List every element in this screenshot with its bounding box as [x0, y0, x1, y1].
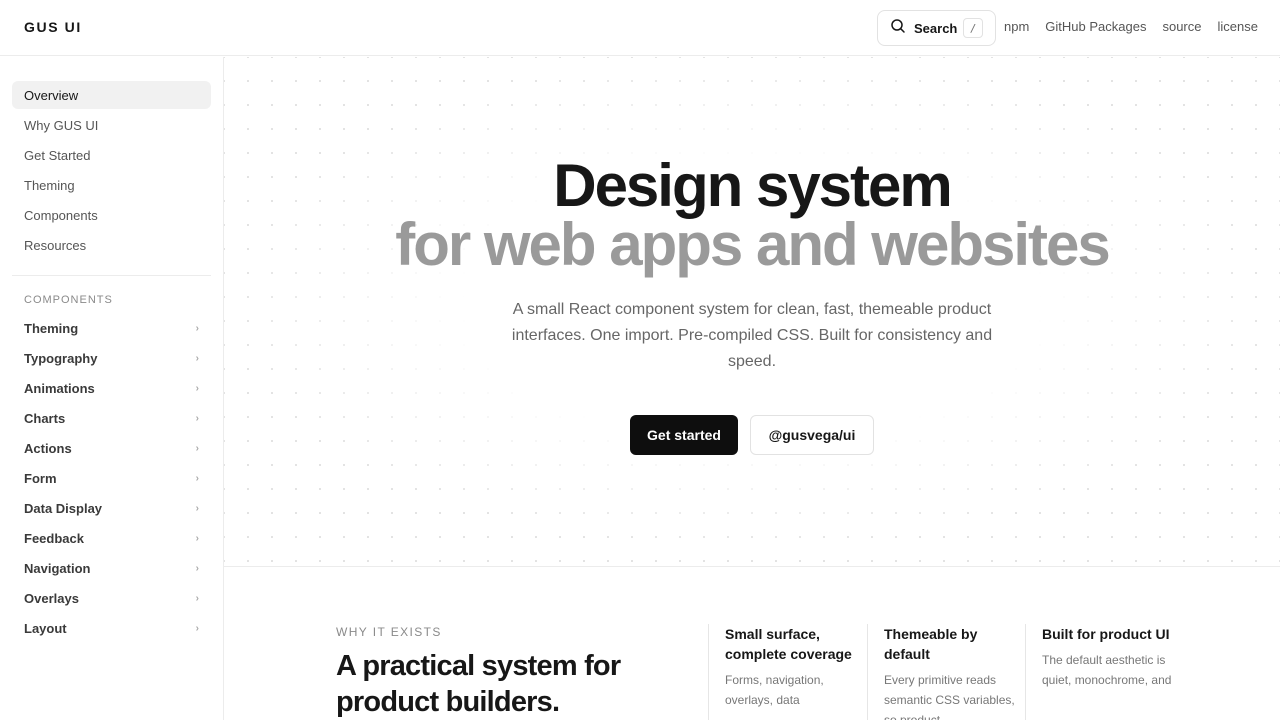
component-item-feedback[interactable]: Feedback ›	[12, 524, 211, 552]
feature-card: Small surface, complete coverage Forms, …	[708, 624, 866, 720]
feature-title: Small surface, complete coverage	[725, 626, 852, 662]
component-item-label: Data Display	[24, 500, 103, 516]
chevron-right-icon: ›	[195, 352, 199, 364]
hero-title-line-1: Design system	[553, 152, 953, 219]
link-source[interactable]: source	[1162, 19, 1201, 34]
brand-logo[interactable]: GUS UI	[24, 19, 82, 35]
sidebar: Overview Why GUS UI Get Started Theming …	[0, 57, 224, 720]
search-shortcut-key: /	[963, 18, 983, 38]
feature-body: Every primitive reads semantic CSS varia…	[884, 673, 1015, 720]
component-item-layout[interactable]: Layout ›	[12, 614, 211, 642]
package-name-button[interactable]: @gusvega/ui	[750, 415, 874, 455]
component-item-label: Charts	[24, 410, 66, 426]
feature-body: Forms, navigation, overlays, data	[725, 673, 824, 707]
top-bar: GUS UI Search / npm GitHub Packages sour…	[0, 0, 1280, 56]
hero-lead-text: A small React component system for clean…	[511, 301, 993, 370]
chevron-right-icon: ›	[195, 592, 199, 604]
search-label: Search	[914, 20, 958, 36]
component-item-label: Actions	[24, 440, 72, 456]
chevron-right-icon: ›	[195, 322, 199, 334]
why-title: A practical system for product builders.	[336, 650, 621, 718]
chevron-right-icon: ›	[195, 532, 199, 544]
chevron-right-icon: ›	[195, 382, 199, 394]
component-item-label: Feedback	[24, 530, 84, 546]
component-item-label: Animations	[24, 380, 95, 396]
component-item-typography[interactable]: Typography ›	[12, 344, 211, 372]
sidebar-divider	[12, 275, 211, 276]
component-item-label: Navigation	[24, 560, 91, 576]
why-section: WHY IT EXISTS A practical system for pro…	[224, 568, 1280, 720]
sidebar-item-theming[interactable]: Theming	[12, 171, 211, 199]
component-item-overlays[interactable]: Overlays ›	[12, 584, 211, 612]
sidebar-nav: Overview Why GUS UI Get Started Theming …	[12, 81, 211, 261]
component-item-form[interactable]: Form ›	[12, 464, 211, 492]
sidebar-item-get-started[interactable]: Get Started	[12, 141, 211, 169]
why-eyebrow: WHY IT EXISTS	[336, 625, 442, 639]
sidebar-section-label: COMPONENTS	[24, 294, 113, 306]
feature-title: Built for product UI	[1042, 626, 1170, 642]
chevron-right-icon: ›	[195, 502, 199, 514]
component-item-label: Overlays	[24, 590, 79, 606]
component-item-label: Form	[24, 470, 57, 486]
component-item-theming[interactable]: Theming ›	[12, 314, 211, 342]
link-npm[interactable]: npm	[1004, 19, 1029, 34]
chevron-right-icon: ›	[195, 472, 199, 484]
chevron-right-icon: ›	[195, 412, 199, 424]
sidebar-item-resources[interactable]: Resources	[12, 231, 211, 259]
component-item-animations[interactable]: Animations ›	[12, 374, 211, 402]
hero-section: Design system for web apps and websites …	[224, 57, 1280, 567]
component-item-data-display[interactable]: Data Display ›	[12, 494, 211, 522]
sidebar-item-components[interactable]: Components	[12, 201, 211, 229]
component-item-actions[interactable]: Actions ›	[12, 434, 211, 462]
hero-title-line-2: for web apps and websites	[395, 211, 1111, 278]
component-item-charts[interactable]: Charts ›	[12, 404, 211, 432]
component-item-navigation[interactable]: Navigation ›	[12, 554, 211, 582]
feature-card: Built for product UI The default aesthet…	[1025, 624, 1183, 720]
search-icon	[890, 18, 906, 39]
link-github-packages[interactable]: GitHub Packages	[1045, 19, 1146, 34]
sidebar-item-why-gus-ui[interactable]: Why GUS UI	[12, 111, 211, 139]
chevron-right-icon: ›	[195, 622, 199, 634]
sidebar-item-overview[interactable]: Overview	[12, 81, 211, 109]
search-button[interactable]: Search /	[877, 10, 996, 46]
chevron-right-icon: ›	[195, 442, 199, 454]
feature-title: Themeable by default	[884, 626, 978, 662]
feature-card: Themeable by default Every primitive rea…	[867, 624, 1025, 720]
component-item-label: Theming	[24, 320, 79, 336]
chevron-right-icon: ›	[195, 562, 199, 574]
component-list: Theming › Typography › Animations › Charts ›…	[12, 314, 211, 644]
header-links: npm GitHub Packages source license	[1004, 19, 1258, 34]
component-item-label: Layout	[24, 620, 67, 636]
component-item-label: Typography	[24, 350, 98, 366]
get-started-button[interactable]: Get started	[630, 415, 738, 455]
link-license[interactable]: license	[1218, 19, 1258, 34]
feature-body: The default aesthetic is quiet, monochro…	[1042, 653, 1172, 687]
